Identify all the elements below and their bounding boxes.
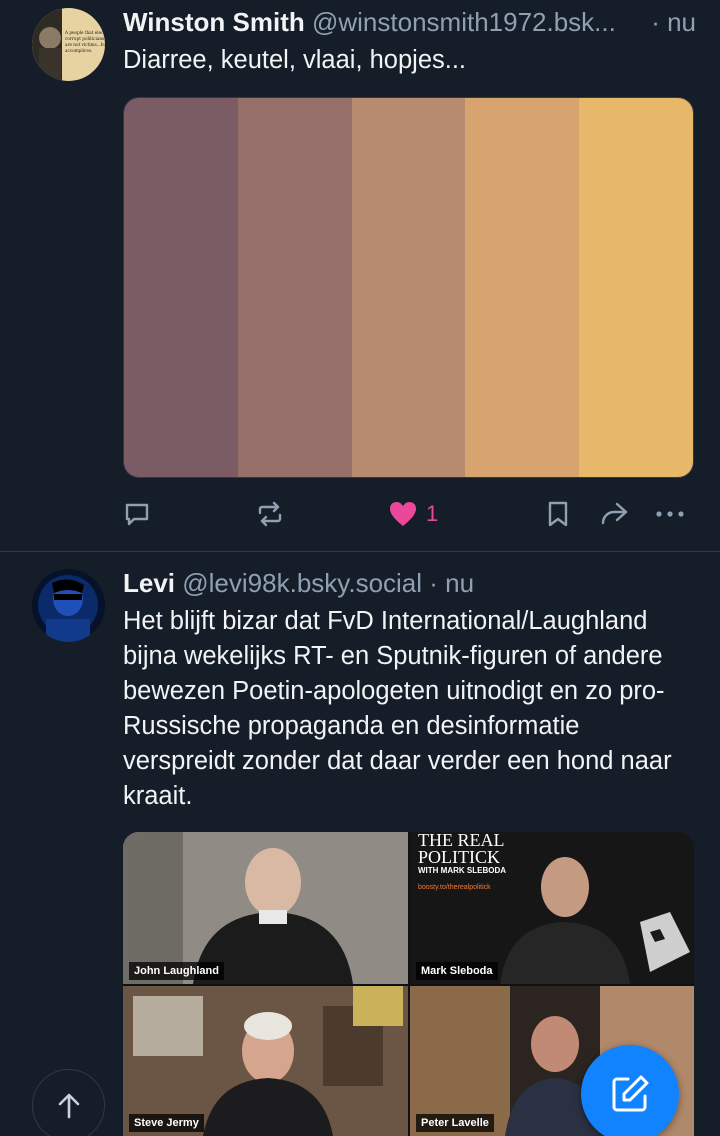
bookmark-icon [548, 501, 568, 527]
bookmark-button[interactable] [545, 497, 571, 531]
display-name[interactable]: Winston Smith [123, 7, 305, 37]
post-header: Levi @levi98k.bsky.social · nu [123, 567, 696, 599]
handle[interactable]: @winstonsmith1972.bsk... [312, 7, 616, 37]
svg-text:A people that elect: A people that elect [64, 30, 105, 35]
participant-label: Mark Sleboda [416, 962, 498, 980]
color-swatch [237, 98, 352, 477]
svg-text:are not victims...but: are not victims...but [65, 42, 105, 47]
video-tile-john-laughland: John Laughland [123, 832, 408, 984]
more-options-button[interactable] [655, 497, 685, 531]
more-icon [656, 511, 684, 517]
color-swatch [579, 98, 693, 477]
scroll-to-top-button[interactable] [32, 1069, 105, 1136]
share-icon [601, 502, 628, 525]
share-button[interactable] [598, 497, 630, 531]
participant-label: John Laughland [129, 962, 224, 980]
svg-text:accomplices.: accomplices. [65, 48, 92, 53]
arrow-up-icon [58, 1093, 79, 1118]
handle[interactable]: @levi98k.bsky.social [182, 568, 422, 598]
avatar[interactable]: A people that elect corrupt politicians,… [32, 8, 105, 81]
like-count: 1 [426, 501, 439, 526]
video-tile-steve-jermy: Steve Jermy [123, 986, 408, 1136]
brand-link: boosty.to/therealpolitick [418, 884, 491, 891]
brand-title: THE REAL POLITICK [418, 832, 504, 867]
brand-subtitle: WITH MARK SLEBODA [418, 866, 506, 875]
post-actions: 1 [123, 497, 694, 531]
video-tile-mark-sleboda: THE REAL POLITICK WITH MARK SLEBODA boos… [410, 832, 694, 984]
repost-icon [258, 501, 282, 527]
post-winston-smith[interactable]: A people that elect corrupt politicians,… [0, 0, 720, 551]
post-text: Diarree, keutel, vlaai, hopjes... [123, 46, 467, 74]
post-text: Het blijft bizar dat FvD International/L… [123, 607, 672, 810]
svg-text:corrupt politicians,: corrupt politicians, [65, 36, 105, 41]
color-swatch [351, 98, 466, 477]
repost-button[interactable] [256, 497, 284, 531]
timestamp: · nu [429, 568, 475, 598]
avatar[interactable] [32, 569, 105, 642]
timestamp: · nu [645, 6, 696, 38]
compose-icon [612, 1075, 649, 1112]
color-swatch [465, 98, 580, 477]
color-palette-image[interactable] [123, 97, 694, 478]
compose-post-button[interactable] [581, 1045, 679, 1136]
participant-label: Peter Lavelle [416, 1114, 494, 1132]
heart-icon [390, 502, 416, 526]
reply-icon [125, 503, 149, 526]
participant-label: Steve Jermy [129, 1114, 204, 1132]
post-header: Winston Smith @winstonsmith1972.bsk... ·… [123, 6, 696, 38]
display-name[interactable]: Levi [123, 568, 175, 598]
like-button[interactable]: 1 [388, 497, 438, 531]
reply-button[interactable] [123, 497, 151, 531]
color-swatch [124, 98, 238, 477]
